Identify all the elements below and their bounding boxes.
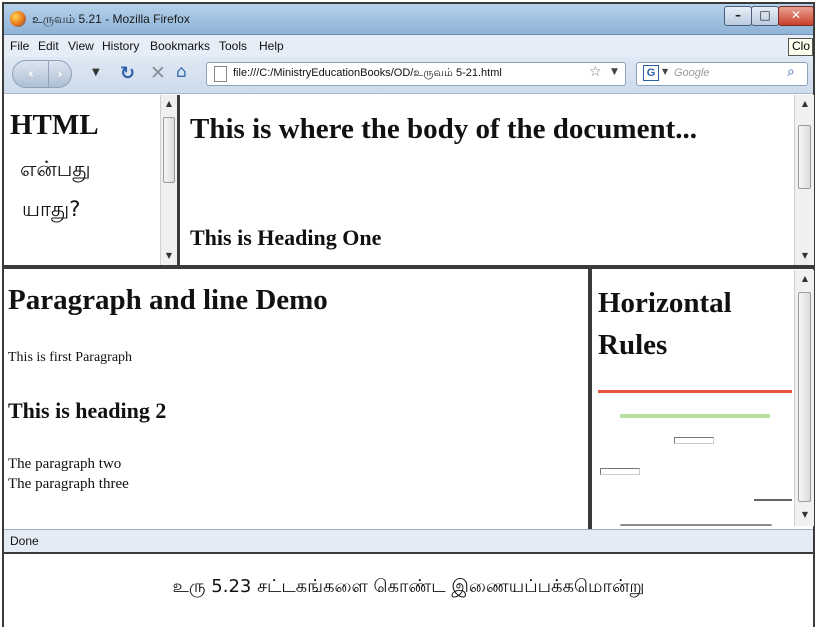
frame-top-subheading: This is Heading One (190, 225, 382, 250)
window-title: உருவம் 5.21 - Mozilla Firefox (32, 12, 190, 26)
caption-area: உரு 5.23 சட்டகங்களை கொண்ட இணையப்பக்கமொன்… (4, 552, 813, 627)
url-text[interactable]: file:///C:/MinistryEducationBooks/OD/உரு… (233, 67, 502, 81)
address-bar[interactable]: file:///C:/MinistryEducationBooks/OD/உரு… (206, 62, 626, 86)
menu-edit[interactable]: Edit (38, 39, 59, 53)
horizontal-rule-green (620, 414, 770, 418)
google-icon[interactable]: G (643, 65, 659, 81)
close-button[interactable]: ✕ (778, 6, 814, 26)
navigation-toolbar: ‹ › ▼ ↻ ✕ ⌂ file:///C:/MinistryEducation… (4, 57, 813, 94)
scroll-up-icon[interactable]: ▲ (162, 99, 176, 108)
frame-divider-horizontal[interactable] (4, 265, 813, 269)
menu-tools[interactable]: Tools (219, 39, 247, 53)
frame-left-scrollbar[interactable]: ▲ ▼ (160, 95, 177, 265)
url-dropdown-icon[interactable]: ▼ (611, 67, 618, 77)
horizontal-rule-short-left (600, 468, 640, 475)
paragraph-demo-heading: Paragraph and line Demo (8, 284, 328, 316)
reload-icon[interactable]: ↻ (120, 63, 135, 84)
horizontal-rule-short-center (674, 437, 714, 444)
scroll-down-icon[interactable]: ▼ (798, 510, 812, 519)
firefox-icon (10, 11, 26, 27)
menu-bookmarks[interactable]: Bookmarks (150, 39, 210, 53)
paragraph-two: The paragraph two (8, 456, 122, 472)
status-text: Done (10, 534, 39, 548)
menu-file[interactable]: File (10, 39, 29, 53)
search-box[interactable]: G ▼ Google ⌕ (636, 62, 808, 86)
scroll-thumb[interactable] (163, 117, 175, 183)
horizontal-rule-short-right (754, 499, 792, 501)
scroll-down-icon[interactable]: ▼ (162, 251, 176, 260)
search-engine-dropdown-icon[interactable]: ▼ (662, 67, 668, 76)
bookmark-star-icon[interactable]: ☆ (589, 64, 602, 80)
frame-left: HTML என்பது யாது? (4, 95, 160, 265)
heading-two: This is heading 2 (8, 398, 167, 423)
maximize-button[interactable]: □ (751, 6, 779, 26)
minimize-button[interactable]: – (724, 6, 752, 26)
figure-caption: உரு 5.23 சட்டகங்களை கொண்ட இணையப்பக்கமொன்… (172, 576, 645, 597)
search-input[interactable]: Google (674, 67, 709, 79)
frame-left-text-1: என்பது (20, 157, 91, 181)
menu-history[interactable]: History (102, 39, 139, 53)
back-button[interactable]: ‹ (12, 60, 50, 88)
horizontal-rule-gray (620, 524, 772, 526)
screenshot-frame: உருவம் 5.21 - Mozilla Firefox – □ ✕ File… (2, 2, 815, 627)
status-bar: Done (4, 529, 813, 552)
history-dropdown-icon[interactable]: ▼ (92, 67, 100, 78)
frame-left-text-2: யாது? (22, 197, 81, 221)
scroll-down-icon[interactable]: ▼ (798, 251, 812, 260)
horizontal-rules-heading: Horizontal Rules (598, 287, 732, 361)
frame-bottom-left: Paragraph and line Demo This is first Pa… (4, 270, 587, 526)
frame-bottom-right: Horizontal Rules (594, 270, 794, 526)
frame-bottom-right-scrollbar[interactable]: ▲ ▼ (794, 270, 814, 526)
paragraph-one: This is first Paragraph (8, 350, 133, 365)
title-bar: உருவம் 5.21 - Mozilla Firefox – □ ✕ (4, 4, 814, 35)
horizontal-rule-red (598, 390, 792, 393)
menu-bar: File Edit View History Bookmarks Tools H… (4, 35, 813, 57)
stop-icon[interactable]: ✕ (150, 62, 166, 84)
paragraph-three: The paragraph three (8, 476, 129, 492)
scroll-thumb[interactable] (798, 292, 811, 502)
frame-top-heading: This is where the body of the document..… (190, 113, 697, 145)
frame-top-right: This is where the body of the document..… (180, 95, 794, 265)
frame-divider-vertical-bottom[interactable] (588, 269, 592, 529)
search-icon[interactable]: ⌕ (787, 64, 795, 80)
scroll-up-icon[interactable]: ▲ (798, 99, 812, 108)
home-icon[interactable]: ⌂ (176, 62, 187, 82)
menu-view[interactable]: View (68, 39, 94, 53)
menu-help[interactable]: Help (259, 39, 284, 53)
forward-button[interactable]: › (48, 60, 72, 88)
close-tooltip: Clo (788, 38, 813, 56)
scroll-thumb[interactable] (798, 125, 811, 189)
frame-left-heading: HTML (10, 109, 99, 141)
page-icon (214, 66, 227, 82)
frame-top-right-scrollbar[interactable]: ▲ ▼ (794, 95, 814, 265)
scroll-up-icon[interactable]: ▲ (798, 274, 812, 283)
